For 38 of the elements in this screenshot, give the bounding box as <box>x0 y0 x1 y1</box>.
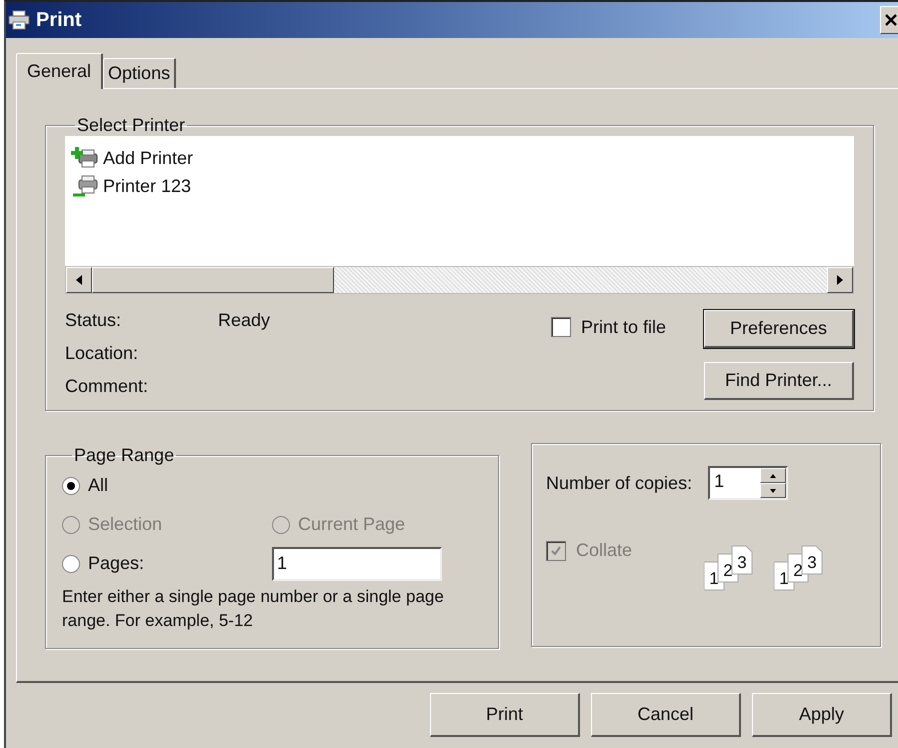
pages-field[interactable]: 1 <box>272 546 442 580</box>
copies-spinner[interactable]: 1 <box>708 466 788 500</box>
printer-item[interactable]: Printer 123 <box>103 176 192 196</box>
info-label: Location: <box>65 343 140 365</box>
check-icon <box>550 544 562 556</box>
radio-label: Selection <box>88 514 162 535</box>
dialog-button[interactable]: Cancel <box>591 693 741 737</box>
dialog-button[interactable]: Print <box>430 693 580 737</box>
group-title: Page Range <box>73 445 176 466</box>
info-label: Status: <box>65 310 122 332</box>
dialog-button[interactable]: Preferences <box>704 310 854 348</box>
tab[interactable]: Options <box>103 58 176 88</box>
radio-label: Current Page <box>298 514 406 535</box>
radio-button[interactable] <box>62 476 80 494</box>
dialog-button[interactable]: Apply <box>752 693 892 737</box>
radio-label: All <box>88 475 108 496</box>
printer-icon <box>8 10 30 30</box>
printer-item[interactable]: Add Printer <box>103 148 194 168</box>
scroll-left-icon <box>76 275 82 285</box>
scroll-right-icon <box>837 275 843 285</box>
copies-label: Number of copies: <box>546 472 692 494</box>
tab[interactable]: General <box>16 53 104 89</box>
horizontal-scrollbar[interactable] <box>65 266 854 294</box>
window-title: Print <box>36 8 82 32</box>
info-label: Comment: <box>65 376 150 398</box>
checkbox-label: Collate <box>576 540 632 561</box>
checkbox-label: Print to file <box>581 316 666 338</box>
checkbox[interactable] <box>551 317 571 337</box>
radio-label: Pages: <box>88 553 144 574</box>
close-icon <box>885 14 897 26</box>
group-title: Select Printer <box>76 115 186 136</box>
info-value: Ready <box>218 310 270 332</box>
close-button[interactable] <box>880 6 898 34</box>
down-arrow-icon <box>770 488 776 492</box>
hint-text: Enter either a single page number or a single page range. For example, 5-12 <box>62 586 445 632</box>
up-arrow-icon <box>770 474 776 478</box>
dialog-button[interactable]: Find Printer... <box>704 362 854 400</box>
radio-button[interactable] <box>62 554 80 572</box>
